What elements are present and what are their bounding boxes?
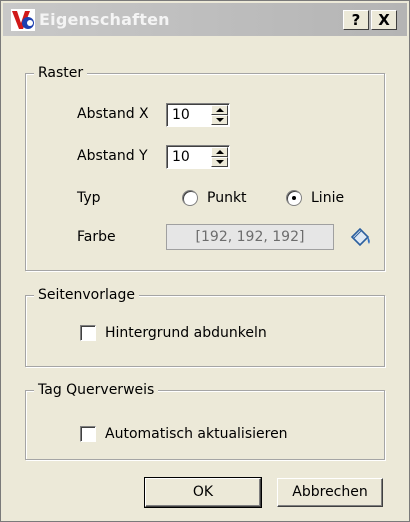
- abstand-x-spinbox[interactable]: 10: [166, 103, 230, 127]
- spin-up-icon[interactable]: [211, 147, 228, 157]
- automatisch-aktualisieren-label[interactable]: Automatisch aktualisieren: [105, 425, 288, 443]
- radio-linie[interactable]: [286, 190, 302, 206]
- app-logo-icon: [11, 9, 35, 31]
- ok-button[interactable]: OK: [144, 477, 262, 508]
- raster-legend: Raster: [34, 64, 88, 82]
- seitenvorlage-legend: Seitenvorlage: [34, 286, 139, 304]
- abstand-y-value: 10: [172, 149, 190, 165]
- farbe-label: Farbe: [77, 229, 116, 245]
- title-bar: Eigenschaften ? X: [3, 3, 407, 36]
- automatisch-aktualisieren-checkbox[interactable]: [80, 426, 96, 442]
- close-button[interactable]: X: [371, 10, 397, 30]
- hintergrund-abdunkeln-label[interactable]: Hintergrund abdunkeln: [105, 324, 267, 342]
- abstand-y-label: Abstand Y: [77, 148, 148, 164]
- abstand-y-spinbox[interactable]: 10: [166, 145, 230, 169]
- radio-linie-label[interactable]: Linie: [311, 189, 344, 207]
- cancel-button[interactable]: Abbrechen: [277, 478, 383, 507]
- window-title: Eigenschaften: [39, 10, 170, 29]
- abstand-x-label: Abstand X: [77, 106, 149, 122]
- paint-bucket-icon[interactable]: [348, 225, 374, 249]
- radio-punkt-label[interactable]: Punkt: [207, 189, 247, 207]
- spin-down-icon[interactable]: [211, 157, 228, 167]
- hintergrund-abdunkeln-checkbox[interactable]: [80, 325, 96, 341]
- color-value-field: [192, 192, 192]: [166, 224, 334, 250]
- help-button[interactable]: ?: [343, 10, 369, 30]
- abstand-x-value: 10: [172, 107, 190, 123]
- spin-down-icon[interactable]: [211, 115, 228, 125]
- typ-label: Typ: [77, 190, 101, 206]
- properties-dialog: Eigenschaften ? X Raster Abstand X 10 Ab…: [0, 0, 410, 522]
- radio-punkt[interactable]: [182, 190, 198, 206]
- tag-querverweis-legend: Tag Querverweis: [34, 381, 159, 399]
- spin-up-icon[interactable]: [211, 105, 228, 115]
